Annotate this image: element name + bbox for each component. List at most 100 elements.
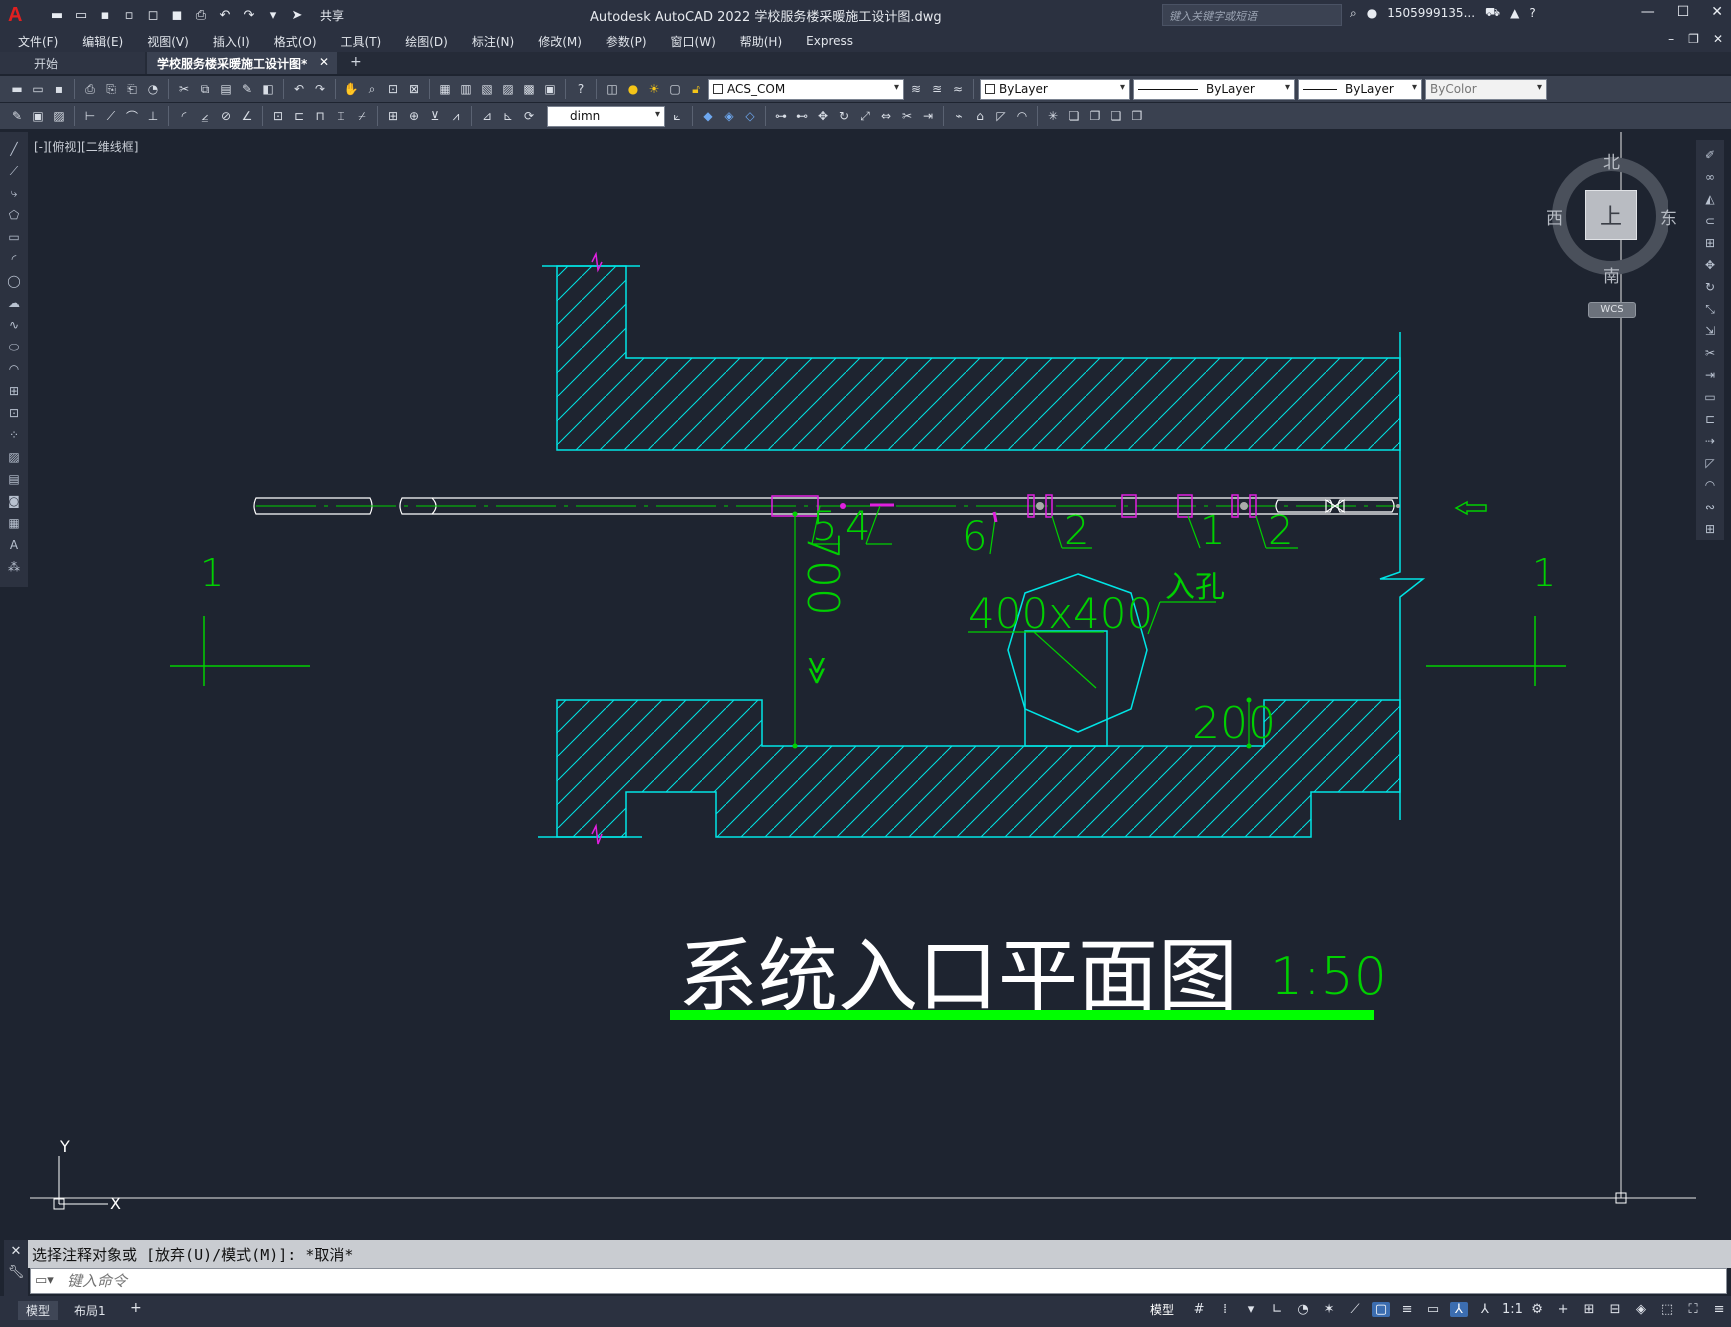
continue-dim-icon[interactable]: ⊓ bbox=[311, 107, 329, 125]
menu-draw[interactable]: 绘图(D) bbox=[405, 33, 448, 50]
share-button[interactable]: 共享 bbox=[320, 7, 344, 24]
minimize-icon[interactable]: — bbox=[1641, 4, 1655, 20]
osnap-tracking-icon[interactable]: ✶ bbox=[1320, 1302, 1338, 1317]
viewcube-west[interactable]: 西 bbox=[1546, 204, 1563, 229]
menu-modify[interactable]: 修改(M) bbox=[538, 33, 582, 50]
erase-icon[interactable]: ◆ bbox=[699, 107, 717, 125]
text-icon[interactable]: A bbox=[5, 536, 23, 554]
dim-update-icon[interactable]: ⟳ bbox=[520, 107, 538, 125]
menu-insert[interactable]: 插入(I) bbox=[213, 33, 250, 50]
lineweight-dropdown[interactable]: ByLayer ▾ bbox=[1298, 78, 1422, 100]
ellipse-icon[interactable]: ⬭ bbox=[5, 338, 23, 356]
flow-arrow[interactable] bbox=[1454, 500, 1487, 516]
design-center-icon[interactable]: ▥ bbox=[457, 80, 475, 98]
menu-edit[interactable]: 编辑(E) bbox=[82, 33, 123, 50]
user-name[interactable]: 1505999135... bbox=[1387, 6, 1475, 20]
break-at-point-icon[interactable]: ▭ bbox=[1701, 388, 1719, 406]
copy-object-icon[interactable]: ◈ bbox=[720, 107, 738, 125]
quick-dim-icon[interactable]: ⊡ bbox=[269, 107, 287, 125]
join-icon[interactable]: ⌂ bbox=[971, 107, 989, 125]
annotation-visibility-icon[interactable]: ⅄ bbox=[1450, 1302, 1469, 1317]
rectangle-icon[interactable]: ▭ bbox=[5, 228, 23, 246]
explode-icon[interactable]: ⊞ bbox=[1701, 520, 1719, 538]
move-icon[interactable]: ✥ bbox=[1701, 256, 1719, 274]
layer-unlock-icon[interactable]: 🔓︎ bbox=[687, 80, 705, 98]
table-icon[interactable]: ▦ bbox=[5, 514, 23, 532]
lineweight-icon[interactable]: ≡ bbox=[1398, 1302, 1416, 1317]
command-input[interactable] bbox=[67, 1271, 1667, 1291]
explode-icon[interactable]: ✳ bbox=[1044, 107, 1062, 125]
break-icon[interactable]: ⌁ bbox=[950, 107, 968, 125]
sheet-set-icon[interactable]: ▨ bbox=[499, 80, 517, 98]
menu-dimension[interactable]: 标注(N) bbox=[472, 33, 514, 50]
extend-icon[interactable]: ⇥ bbox=[1701, 366, 1719, 384]
save-as-icon[interactable]: ▫ bbox=[120, 6, 138, 24]
command-close-icon[interactable]: ✕ bbox=[11, 1244, 22, 1259]
trim-icon[interactable]: ✂ bbox=[898, 107, 916, 125]
hardware-acceleration-icon[interactable]: ⬚ bbox=[1658, 1302, 1676, 1317]
properties-copy-icon[interactable]: ❏ bbox=[1065, 107, 1083, 125]
aligned-dim-icon[interactable]: ⟋ bbox=[102, 107, 120, 125]
close-icon[interactable]: ✕ bbox=[1711, 4, 1723, 20]
layer-dropdown[interactable]: ACS_COM ▾ bbox=[708, 78, 904, 100]
join-icon[interactable]: ⇢ bbox=[1701, 432, 1719, 450]
extend-icon[interactable]: ⇥ bbox=[919, 107, 937, 125]
drawing-scale[interactable]: 1:50 bbox=[1270, 947, 1387, 1007]
rotate-icon[interactable]: ↻ bbox=[835, 107, 853, 125]
array-icon[interactable]: ⊷ bbox=[793, 107, 811, 125]
command-prompt-icon[interactable]: ▭▾ bbox=[35, 1273, 54, 1288]
line-icon[interactable]: ╱ bbox=[5, 140, 23, 158]
region-icon[interactable]: ◙ bbox=[5, 492, 23, 510]
dim-200-text[interactable]: 200 bbox=[1192, 698, 1276, 749]
new-icon[interactable]: ▬ bbox=[8, 80, 26, 98]
layer-previous-icon[interactable]: ≊ bbox=[928, 80, 946, 98]
tool-palettes-icon[interactable]: ▧ bbox=[478, 80, 496, 98]
linear-dim-icon[interactable]: ⊢ bbox=[81, 107, 99, 125]
pan-icon[interactable]: ✋ bbox=[342, 80, 360, 98]
copy-icon[interactable]: ⧉ bbox=[196, 80, 214, 98]
ellipse-arc-icon[interactable]: ◠ bbox=[5, 360, 23, 378]
add-layout-tab[interactable]: + bbox=[122, 1299, 150, 1317]
radius-dim-icon[interactable]: ◜ bbox=[175, 107, 193, 125]
isolate-objects-icon[interactable]: ◈ bbox=[1632, 1302, 1650, 1317]
workspace-gear-icon[interactable]: ⚙ bbox=[1528, 1302, 1546, 1317]
dim-break-icon[interactable]: ⌿ bbox=[353, 107, 371, 125]
linetype-dropdown[interactable]: ByLayer ▾ bbox=[1133, 78, 1295, 100]
viewcube-east[interactable]: 东 bbox=[1660, 204, 1677, 229]
zoom-window-icon[interactable]: ⊡ bbox=[384, 80, 402, 98]
edit-polyline-icon[interactable]: ❒ bbox=[1128, 107, 1146, 125]
copy-icon[interactable]: ∞ bbox=[1701, 168, 1719, 186]
user-icon[interactable]: ● bbox=[1367, 6, 1377, 20]
plot-icon[interactable]: ⎙ bbox=[192, 6, 210, 24]
ordinate-dim-icon[interactable]: ⊥ bbox=[144, 107, 162, 125]
search-icon[interactable]: ⌕ bbox=[1350, 6, 1357, 21]
new-icon[interactable]: ▬ bbox=[48, 6, 66, 24]
stretch-icon[interactable]: ⇲ bbox=[1701, 322, 1719, 340]
zoom-previous-icon[interactable]: ⊠ bbox=[405, 80, 423, 98]
redo-icon[interactable]: ↷ bbox=[240, 6, 258, 24]
autodesk-app-icon[interactable]: ▲ bbox=[1510, 6, 1519, 20]
layer-match-icon[interactable]: ≈ bbox=[949, 80, 967, 98]
offset-icon[interactable]: ⊶ bbox=[772, 107, 790, 125]
menu-help[interactable]: 帮助(H) bbox=[740, 33, 782, 50]
quick-properties-icon[interactable]: ⊟ bbox=[1606, 1302, 1624, 1317]
blend-curves-icon[interactable]: ∾ bbox=[1701, 498, 1719, 516]
viewcube-top-face[interactable]: 上 bbox=[1585, 190, 1637, 240]
diameter-dim-icon[interactable]: ⊘ bbox=[217, 107, 235, 125]
lengthen-icon[interactable]: ❐ bbox=[1086, 107, 1104, 125]
dim-700-text[interactable]: 700 bbox=[797, 532, 848, 616]
help-icon[interactable]: ? bbox=[1529, 6, 1535, 20]
maximize-icon[interactable]: ☐ bbox=[1677, 4, 1690, 20]
scale-icon[interactable]: ⤡ bbox=[1701, 300, 1719, 318]
annotation-scale[interactable]: 1:1 bbox=[1502, 1302, 1523, 1317]
autocad-logo-icon[interactable]: A bbox=[8, 4, 30, 26]
polar-icon[interactable]: ◔ bbox=[1294, 1302, 1312, 1317]
manhole-label[interactable]: 入孔 bbox=[1165, 570, 1225, 605]
customize-dropdown-icon[interactable]: ▾ bbox=[264, 6, 282, 24]
baseline-dim-icon[interactable]: ⊏ bbox=[290, 107, 308, 125]
open-icon[interactable]: ▭ bbox=[72, 6, 90, 24]
polyline-icon[interactable]: ⤷ bbox=[5, 184, 23, 202]
new-tab-icon[interactable]: + bbox=[350, 54, 362, 70]
make-current-layer-icon[interactable]: ≋ bbox=[907, 80, 925, 98]
auto-scale-icon[interactable]: ⅄ bbox=[1476, 1302, 1494, 1317]
